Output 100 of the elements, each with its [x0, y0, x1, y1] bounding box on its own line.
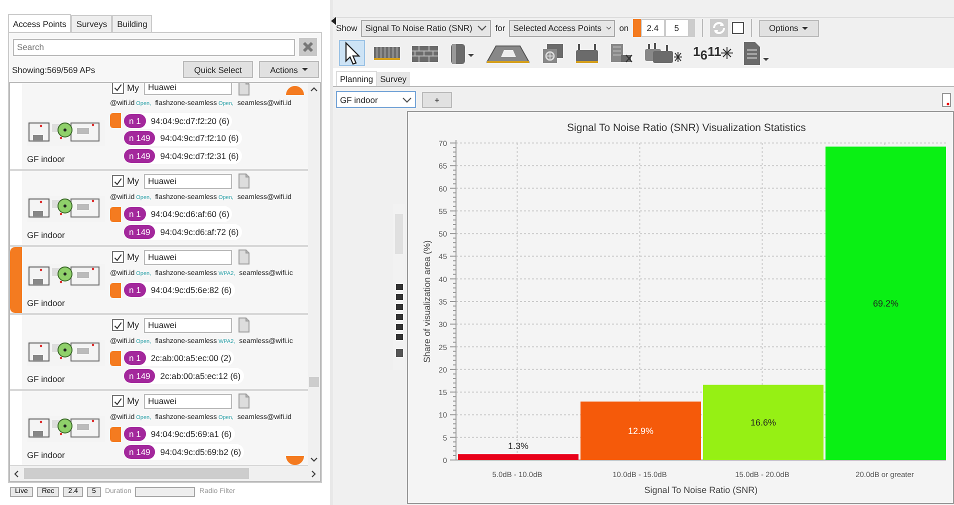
floor-label: GF indoor: [27, 230, 66, 240]
chevron-up-icon[interactable]: [310, 86, 318, 93]
channel-badge: n 149: [124, 444, 156, 459]
value-label: 16.6%: [750, 417, 776, 428]
channel-badge: n 149: [124, 148, 156, 163]
channel-badge: n 1: [124, 207, 146, 222]
actions-button[interactable]: Actions: [259, 61, 319, 78]
mac-address: 94:04:9c:d5:69:b2 (6): [160, 446, 242, 457]
floor-dropdown[interactable]: GF indoor: [336, 91, 416, 108]
panel-tab[interactable]: Building: [112, 15, 152, 32]
search-field[interactable]: Search: [13, 38, 296, 56]
chevron-down-icon[interactable]: [606, 24, 612, 32]
view-tab[interactable]: Planning: [336, 71, 378, 86]
floor-label: GF indoor: [27, 154, 66, 164]
vendor-field[interactable]: Huawei: [144, 394, 232, 408]
document-icon[interactable]: [238, 249, 250, 265]
radio-entry[interactable]: n 149 94:04:9c:d7:f2:31 (6): [124, 148, 242, 164]
scroll-thumb[interactable]: [309, 377, 319, 387]
checkbox-label: My: [127, 320, 139, 330]
target-dropdown[interactable]: Selected Access Points: [509, 20, 616, 36]
document-icon[interactable]: [238, 317, 250, 333]
checkbox[interactable]: [112, 251, 124, 263]
chevron-down-icon[interactable]: [310, 456, 318, 463]
check-icon: [113, 176, 123, 186]
radio-entry[interactable]: n 1 94:04:9c:d5:69:a1 (6): [124, 426, 235, 442]
value-label: 12.9%: [628, 426, 654, 436]
on-label: on: [619, 23, 629, 33]
vendor-field[interactable]: Huawei: [144, 250, 232, 264]
mac-address: 94:04:9c:d5:69:a1 (6): [150, 429, 232, 440]
device-add-icon: [541, 41, 565, 65]
quick-select-button[interactable]: Quick Select: [183, 61, 253, 78]
document-icon[interactable]: [238, 173, 250, 189]
scroll-thumb[interactable]: [24, 468, 249, 479]
view-tab[interactable]: Survey: [377, 72, 410, 86]
panel-tab[interactable]: Access Points: [8, 14, 72, 32]
radio-entry[interactable]: n 1 94:04:9c:d6:af:60 (6): [124, 206, 232, 222]
checkbox[interactable]: [112, 83, 124, 94]
caret-icon: [302, 68, 308, 71]
band-field[interactable]: 2.4: [640, 19, 665, 37]
floor-label: GF indoor: [27, 450, 66, 460]
channel-badge: n 1: [124, 114, 146, 128]
checkbox-label: My: [127, 252, 139, 262]
channel-badge: n 149: [124, 368, 156, 383]
ap-count: Showing:569/569 APs: [12, 64, 96, 74]
band-field[interactable]: 5: [664, 19, 689, 37]
chevron-down-icon[interactable]: [402, 96, 412, 104]
radio-entry[interactable]: n 149 2c:ab:00:a5:ec:12 (6): [124, 368, 244, 384]
vendor-field[interactable]: Huawei: [144, 318, 232, 332]
show-label: Show: [336, 23, 358, 33]
clear-search-button[interactable]: [299, 38, 317, 56]
floor-label: GF indoor: [27, 298, 66, 308]
mac-address: 94:04:9c:d7:f2:31 (6): [160, 150, 239, 161]
add-floor-button[interactable]: +: [422, 92, 452, 108]
vendor-field[interactable]: Huawei: [144, 174, 232, 188]
collapse-arrow-icon[interactable]: [331, 17, 336, 25]
tool-button[interactable]: [339, 40, 365, 66]
channel-badge: n 1: [124, 283, 146, 298]
document-icon[interactable]: [238, 83, 250, 96]
horizontal-scrollbar[interactable]: [10, 466, 320, 481]
panel-tab[interactable]: Surveys: [71, 15, 112, 32]
checkbox-label: My: [127, 83, 139, 92]
checkbox[interactable]: [112, 395, 124, 407]
value-label: 1.3%: [508, 441, 528, 452]
chevron-left-icon[interactable]: [13, 470, 20, 478]
radio-entry[interactable]: n 149 94:04:9c:d6:af:72 (6): [124, 224, 242, 240]
radio-entry[interactable]: n 1 94:04:9c:d5:6e:82 (6): [124, 282, 235, 298]
band-handle[interactable]: [632, 19, 641, 37]
checkbox-label: My: [127, 176, 139, 186]
radio-entry[interactable]: n 149 94:04:9c:d5:69:b2 (6): [124, 444, 244, 460]
checkbox[interactable]: [112, 175, 124, 187]
document-icon: [743, 40, 770, 66]
channel-badge: n 149: [124, 224, 156, 239]
radio-entry[interactable]: n 1 94:04:9c:d7:f2:20 (6): [124, 112, 232, 129]
check-icon: [113, 396, 123, 406]
document-icon[interactable]: [238, 393, 250, 409]
mac-address: 94:04:9c:d5:6e:82 (6): [150, 285, 232, 296]
mac-address: 94:04:9c:d7:f2:10 (6): [160, 133, 239, 144]
radio-entry[interactable]: n 1 2c:ab:00:a5:ec:00 (2): [124, 350, 234, 366]
floor-label: GF indoor: [27, 374, 66, 384]
check-icon: [113, 320, 123, 330]
options-button[interactable]: Options: [758, 20, 819, 36]
for-label: for: [495, 23, 506, 33]
mac-address: 2c:ab:00:a5:ec:00 (2): [150, 353, 232, 364]
check-icon: [113, 252, 123, 262]
close-icon: [302, 41, 314, 53]
chevron-right-icon[interactable]: [310, 470, 317, 478]
checkbox[interactable]: [112, 319, 124, 331]
radio-entry[interactable]: n 149 94:04:9c:d7:f2:10 (6): [124, 130, 242, 146]
check-icon: [113, 83, 123, 93]
metric-dropdown[interactable]: Signal To Noise Ratio (SNR): [361, 20, 492, 36]
vendor-field[interactable]: Huawei: [144, 83, 232, 95]
x-axis-title: Signal To Noise Ratio (SNR): [644, 485, 758, 495]
chevron-down-icon[interactable]: [477, 24, 488, 32]
mac-address: 2c:ab:00:a5:ec:12 (6): [160, 370, 241, 381]
value-label: 69.2%: [872, 298, 899, 308]
checkbox[interactable]: [732, 22, 744, 34]
map-thumbnail-icon[interactable]: [942, 92, 951, 106]
mac-address: 94:04:9c:d7:f2:20 (6): [150, 116, 230, 126]
vertical-scrollbar[interactable]: [308, 83, 320, 466]
spark-icon: [721, 47, 734, 59]
